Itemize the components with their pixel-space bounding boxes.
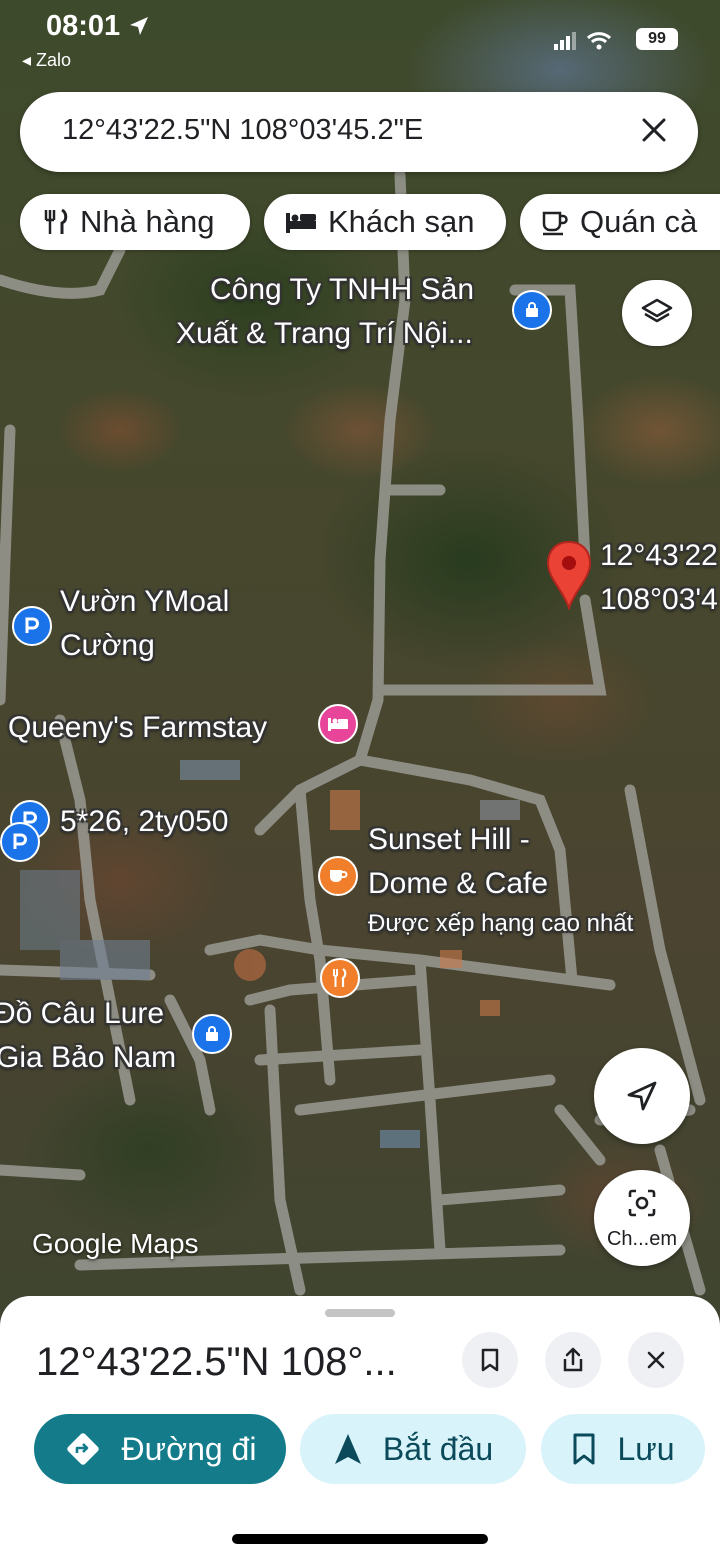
bookmark-save-icon (573, 1433, 595, 1465)
google-maps-watermark: Google Maps (32, 1228, 199, 1259)
category-chips: Nhà hàng Khách sạn Quán cà (20, 194, 720, 250)
close-icon (647, 1351, 665, 1369)
place-bottom-sheet[interactable]: 12°43'22.5"N 108°... Đường đi Bắt đầu Lư… (0, 1296, 720, 1557)
sunset-rating-note: Được xếp hạng cao nhất (368, 910, 634, 937)
battery-indicator: 99 (636, 28, 678, 50)
home-indicator[interactable] (232, 1534, 488, 1544)
directions-button[interactable]: Đường đi (34, 1414, 286, 1484)
pin-coord-line2: 108°03'4 (600, 583, 718, 616)
chip-hotels[interactable]: Khách sạn (264, 194, 506, 250)
back-to-app[interactable]: ◂ Zalo (22, 50, 71, 71)
parking-poi-icon[interactable] (12, 606, 52, 646)
camera-scan-icon (628, 1189, 656, 1217)
clock: 08:01 (46, 10, 150, 43)
cafe-poi-icon[interactable] (318, 856, 358, 896)
search-query[interactable]: 12°43'22.5"N 108°03'45.2"E (62, 114, 423, 147)
navigation-arrow-icon (627, 1081, 657, 1111)
status-bar: 08:01 ◂ Zalo 99 (0, 0, 720, 80)
sheet-drag-handle[interactable] (325, 1309, 395, 1317)
company-label-line2[interactable]: Xuất & Trang Trí Nội... (176, 312, 473, 356)
place-title: 12°43'22.5"N 108°... (36, 1340, 397, 1384)
lens-scan-label: Ch...em (606, 1228, 678, 1250)
coffee-cup-icon (542, 211, 568, 236)
layers-icon (641, 298, 673, 323)
save-button[interactable]: Lưu (541, 1414, 705, 1484)
layers-button[interactable] (622, 280, 692, 346)
start-button[interactable]: Bắt đầu (300, 1414, 526, 1484)
fishing-label-line2[interactable]: Gia Bảo Nam (0, 1036, 176, 1080)
utensils-icon (44, 208, 68, 234)
search-bar[interactable]: 12°43'22.5"N 108°03'45.2"E (20, 92, 698, 172)
fishing-label-line1[interactable]: Đồ Câu Lure (0, 992, 164, 1036)
company-label-line1[interactable]: Công Ty TNHH Sản (210, 268, 474, 312)
pin-coord-line1: 12°43'22 (600, 539, 718, 572)
share-icon (563, 1347, 583, 1372)
bed-icon (286, 213, 316, 233)
sunset-label-line2[interactable]: Dome & Cafe (368, 862, 548, 906)
restaurant-poi-icon[interactable] (320, 958, 360, 998)
shop-poi-icon-2[interactable] (192, 1014, 232, 1054)
location-arrow-icon (130, 17, 149, 35)
clear-search-icon[interactable] (634, 110, 674, 150)
lot-label[interactable]: 5*26, 2ty050 (60, 800, 228, 844)
signal-wifi-icon (554, 32, 612, 50)
bookmark-icon (481, 1348, 499, 1372)
parking-poi-icon-3[interactable] (0, 822, 40, 862)
chip-cafes[interactable]: Quán cà (520, 194, 720, 250)
chip-restaurants[interactable]: Nhà hàng (20, 194, 250, 250)
shop-poi-icon[interactable] (512, 290, 552, 330)
garden-label-line1[interactable]: Vườn YMoal (60, 580, 229, 624)
bookmark-button[interactable] (462, 1332, 518, 1388)
close-sheet-button[interactable] (628, 1332, 684, 1388)
navigation-start-icon (334, 1434, 361, 1464)
share-button[interactable] (545, 1332, 601, 1388)
lens-scan-button[interactable]: Ch...em (594, 1170, 690, 1266)
my-location-button[interactable] (594, 1048, 690, 1144)
garden-label-line2[interactable]: Cường (60, 624, 155, 668)
hotel-poi-icon[interactable] (318, 704, 358, 744)
sunset-label-line1[interactable]: Sunset Hill - (368, 818, 530, 862)
directions-icon (66, 1433, 99, 1465)
red-pin-icon[interactable] (545, 540, 593, 610)
farmstay-label[interactable]: Queeny's Farmstay (8, 706, 267, 750)
